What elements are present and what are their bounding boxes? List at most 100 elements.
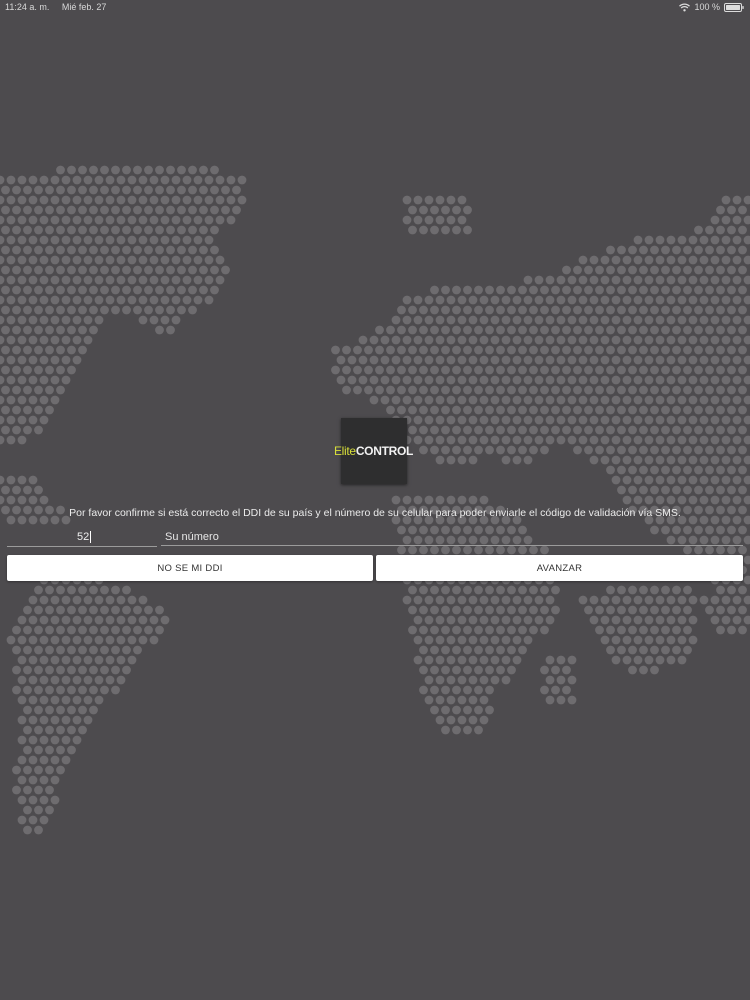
map-dot [50,755,60,765]
map-dot [83,275,93,285]
map-dot [501,395,511,405]
map-dot [34,825,43,835]
map-dot [584,405,593,415]
map-dot [408,625,417,635]
map-dot [1,365,10,375]
map-dot [199,265,208,275]
map-dot [562,385,571,395]
map-dot [732,215,742,225]
status-time: 11:24 a. m. [5,2,50,12]
map-dot [496,645,505,655]
map-dot [232,185,241,195]
no-ddi-button[interactable]: NO SE MI DDI [7,555,373,581]
map-dot [727,325,736,335]
map-dot [39,815,49,825]
map-dot [633,395,643,405]
phone-number-input[interactable] [161,528,743,546]
map-dot [661,325,670,335]
map-dot [666,455,676,465]
map-dot [485,625,494,635]
map-dot [50,295,60,305]
map-dot [386,385,395,395]
map-dot [721,595,731,605]
map-dot [28,335,38,345]
map-dot [606,285,615,295]
map-dot [23,685,32,695]
map-dot [716,245,725,255]
map-dot [402,195,412,205]
map-dot [45,605,54,615]
map-dot [716,405,725,415]
map-dot [446,455,456,465]
map-dot [408,345,417,355]
map-dot [419,645,428,655]
map-dot [463,605,472,615]
map-dot [144,285,153,295]
map-dot [116,635,126,645]
map-dot [34,765,43,775]
map-dot [39,495,49,505]
map-dot [105,275,115,285]
map-dot [683,405,692,415]
map-dot [17,735,27,745]
map-dot [474,365,483,375]
map-dot [72,235,82,245]
map-dot [644,415,654,425]
map-dot [617,405,626,415]
map-dot [419,585,428,595]
map-dot [72,255,82,265]
map-dot [611,655,621,665]
map-dot [727,205,736,215]
map-dot [369,395,379,405]
map-dot [221,265,230,275]
map-dot [94,315,104,325]
next-button[interactable]: AVANZAR [376,555,743,581]
map-dot [50,635,60,645]
map-dot [589,315,599,325]
map-dot [496,285,505,295]
map-dot [380,395,390,405]
map-dot [688,635,698,645]
map-dot [215,255,225,265]
map-dot [116,275,126,285]
map-dot [562,285,571,295]
map-dot [237,195,247,205]
map-dot [705,385,714,395]
map-dot [0,235,5,245]
map-dot [413,295,423,305]
map-dot [545,655,555,665]
map-dot [122,585,131,595]
map-dot [699,295,709,305]
map-dot [364,385,373,395]
map-dot [67,185,76,195]
map-dot [644,235,654,245]
map-dot [650,305,659,315]
map-dot [644,315,654,325]
map-dot [463,345,472,355]
map-dot [138,215,148,225]
map-dot [56,745,65,755]
map-dot [56,285,65,295]
map-dot [683,605,692,615]
map-dot [45,205,54,215]
map-dot [578,435,588,445]
map-dot [111,185,120,195]
map-dot [435,215,445,225]
logo-control-text: CONTROL [355,444,414,458]
map-dot [732,195,742,205]
map-dot [188,245,197,255]
map-dot [677,415,687,425]
map-dot [452,405,461,415]
map-dot [116,675,126,685]
map-dot [446,335,456,345]
map-dot [578,315,588,325]
map-dot [705,345,714,355]
map-dot [23,825,32,835]
ddi-field[interactable]: 52 [7,528,157,547]
map-dot [177,265,186,275]
map-dot [100,225,109,235]
map-dot [39,615,49,625]
map-dot [633,355,643,365]
map-dot [628,605,637,615]
map-dot [600,595,610,605]
